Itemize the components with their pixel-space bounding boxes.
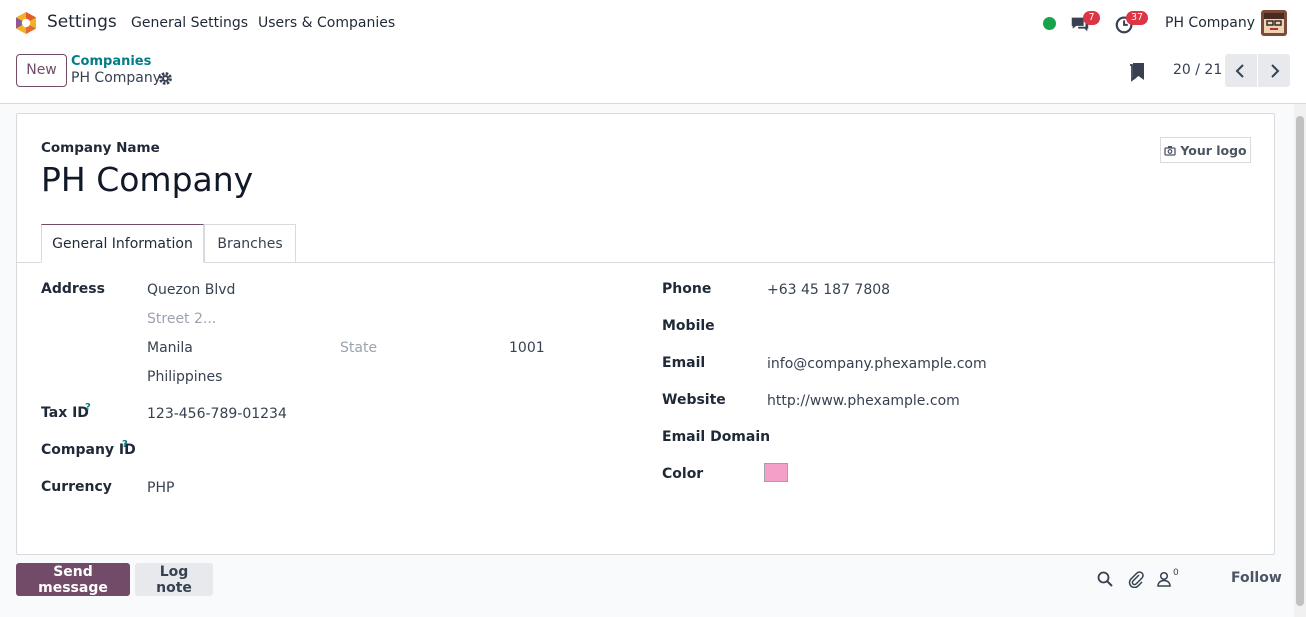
activities-badge: 37 [1126,11,1149,25]
top-navbar: Settings General Settings Users & Compan… [0,0,1306,46]
gear-icon[interactable] [158,71,173,86]
company-form-sheet: Company Name PH Company Your logo Genera… [16,113,1275,555]
currency-select[interactable]: PHP [147,480,174,496]
upload-logo-label: Your logo [1180,142,1247,158]
street2-input[interactable]: Street 2... [147,311,216,327]
search-icon[interactable] [1096,570,1114,588]
country-select[interactable]: Philippines [147,369,222,385]
phone-label: Phone [662,281,712,297]
company-name-label: Company Name [41,140,160,156]
followers-count: 0 [1173,568,1179,578]
email-label: Email [662,355,706,371]
tax-id-label: Tax ID [41,405,89,421]
tax-id-input[interactable]: 123-456-789-01234 [147,406,287,422]
bookmark-icon[interactable] [1128,62,1146,82]
color-label: Color [662,466,704,482]
pager-previous-button[interactable] [1225,54,1257,87]
new-button[interactable]: New [16,54,67,87]
color-picker[interactable] [764,463,788,482]
city-input[interactable]: Manila [147,340,193,356]
messages-badge: 7 [1083,11,1100,25]
tax-id-help-tooltip[interactable]: ? [85,402,91,413]
paperclip-icon[interactable] [1127,570,1145,588]
zip-input[interactable]: 1001 [509,340,545,356]
followers-icon[interactable] [1155,570,1173,588]
chevron-right-icon [1271,63,1280,78]
camera-icon [1164,145,1176,156]
company-name-input[interactable]: PH Company [41,160,253,199]
email-domain-label: Email Domain [662,429,771,445]
pager-next-button[interactable] [1258,54,1290,87]
scrollbar-thumb[interactable] [1296,116,1304,606]
website-input[interactable]: http://www.phexample.com [767,393,960,409]
state-select[interactable]: State [340,340,377,356]
send-message-button[interactable]: Send message [16,563,130,596]
breadcrumb-current: PH Company [71,70,162,86]
app-name[interactable]: Settings [47,12,117,32]
website-label: Website [662,392,726,408]
user-avatar[interactable] [1261,10,1287,36]
follow-button[interactable]: Follow [1231,570,1282,586]
scrollbar[interactable] [1294,104,1306,617]
menu-users-companies[interactable]: Users & Companies [258,15,395,31]
log-note-button[interactable]: Log note [135,563,213,596]
company-switcher[interactable]: PH Company [1165,15,1255,31]
tab-branches[interactable]: Branches [204,224,296,263]
address-label: Address [41,281,105,297]
tab-general-information[interactable]: General Information [41,224,204,263]
mobile-label: Mobile [662,318,715,334]
phone-input[interactable]: +63 45 187 7808 [767,282,890,298]
settings-app-icon[interactable] [14,11,38,35]
email-input[interactable]: info@company.phexample.com [767,356,987,372]
pager-value[interactable]: 20 / 21 [1173,62,1222,78]
breadcrumb-companies[interactable]: Companies [71,54,151,69]
upload-logo-button[interactable]: Your logo [1160,137,1251,163]
online-status-indicator[interactable] [1043,17,1056,30]
street-input[interactable]: Quezon Blvd [147,282,235,298]
control-panel: New Companies PH Company 20 / 21 [0,46,1306,104]
chevron-left-icon [1235,63,1244,78]
company-id-help-tooltip[interactable]: ? [122,439,128,450]
currency-label: Currency [41,479,112,495]
menu-general-settings[interactable]: General Settings [131,15,248,31]
